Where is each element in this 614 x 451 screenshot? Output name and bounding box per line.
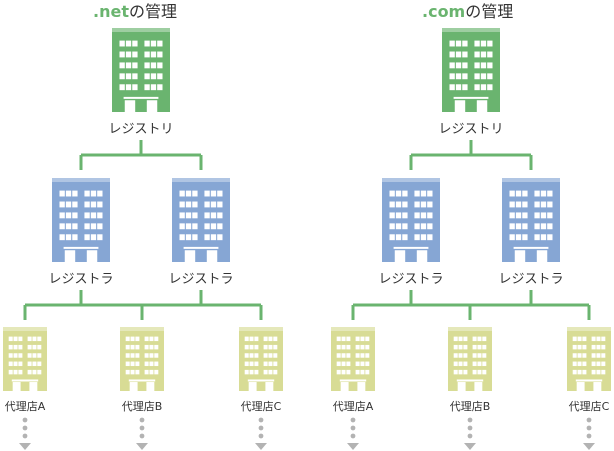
- agent-building-icon: [120, 327, 164, 391]
- registrar-building-icon: [172, 178, 230, 262]
- continuation-arrow-icon: [255, 417, 267, 450]
- registrar-building-icon: [382, 178, 440, 262]
- continuation-arrow-icon: [583, 417, 595, 450]
- agent-building-icon: [331, 327, 375, 391]
- continuation-arrow-icon: [19, 417, 31, 450]
- diagram-graphics: [3, 28, 611, 450]
- registry-building-icon: [112, 28, 170, 112]
- agent-building-icon: [3, 327, 47, 391]
- registrar-building-icon: [502, 178, 560, 262]
- registrar-building-icon: [52, 178, 110, 262]
- agent-building-icon: [567, 327, 611, 391]
- diagram: .netの管理 レジストリ レジストラ レジストラ 代理店A 代理店B 代理店C…: [0, 0, 614, 451]
- registry-building-icon: [442, 28, 500, 112]
- continuation-arrow-icon: [347, 417, 359, 450]
- continuation-arrow-icon: [464, 417, 476, 450]
- agent-building-icon: [448, 327, 492, 391]
- continuation-arrow-icon: [136, 417, 148, 450]
- agent-building-icon: [239, 327, 283, 391]
